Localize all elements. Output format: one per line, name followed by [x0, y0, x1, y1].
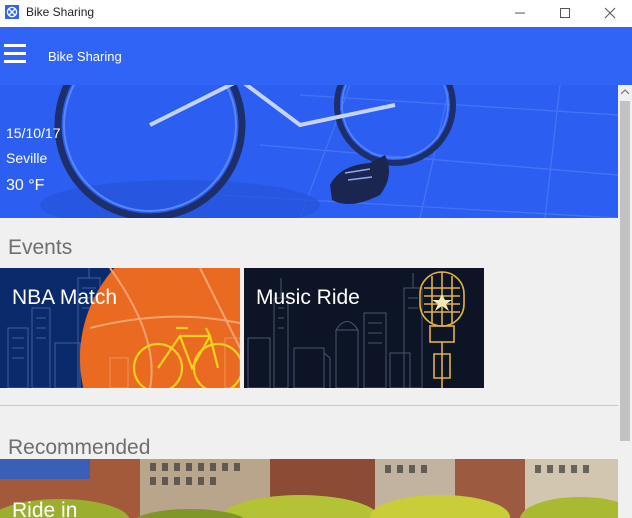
- scroll-up-button[interactable]: [618, 85, 632, 99]
- window-titlebar: Bike Sharing: [0, 0, 632, 27]
- app-header: Bike Sharing: [0, 27, 632, 85]
- weather-hero-banner: 15/10/17 Seville 30 °F: [0, 85, 618, 218]
- minimize-icon: [515, 12, 525, 14]
- recommended-card[interactable]: Ride in: [0, 459, 618, 518]
- event-card-label: Music Ride: [256, 286, 360, 309]
- main-content: Events NBA Match Music Ride Recommended …: [0, 218, 618, 518]
- app-title: Bike Sharing: [48, 49, 122, 64]
- event-card-music-ride[interactable]: Music Ride: [244, 268, 484, 388]
- bike-sharing-app-icon: [5, 5, 19, 19]
- event-card-nba-match[interactable]: NBA Match: [0, 268, 240, 388]
- hero-temperature: 30 °F: [6, 177, 45, 194]
- close-button[interactable]: [587, 0, 632, 27]
- vertical-scrollbar[interactable]: [618, 85, 632, 518]
- scrollbar-thumb[interactable]: [620, 101, 630, 441]
- event-card-label: NBA Match: [12, 286, 118, 309]
- hamburger-menu-icon[interactable]: [4, 44, 26, 66]
- hero-date: 15/10/17: [6, 125, 61, 141]
- events-section-title: Events: [8, 236, 73, 259]
- maximize-button[interactable]: [542, 0, 588, 27]
- window-title: Bike Sharing: [26, 5, 95, 19]
- hero-city: Seville: [6, 150, 48, 166]
- bicycle-hero-image: [0, 85, 618, 218]
- minimize-button[interactable]: [497, 0, 543, 27]
- maximize-icon: [560, 8, 570, 18]
- section-divider: [0, 405, 618, 406]
- city-park-image: [0, 459, 618, 518]
- chevron-up-icon: [621, 89, 629, 95]
- close-icon: [604, 7, 616, 19]
- recommended-card-label: Ride in: [12, 499, 78, 518]
- recommended-section-title: Recommended: [8, 436, 151, 459]
